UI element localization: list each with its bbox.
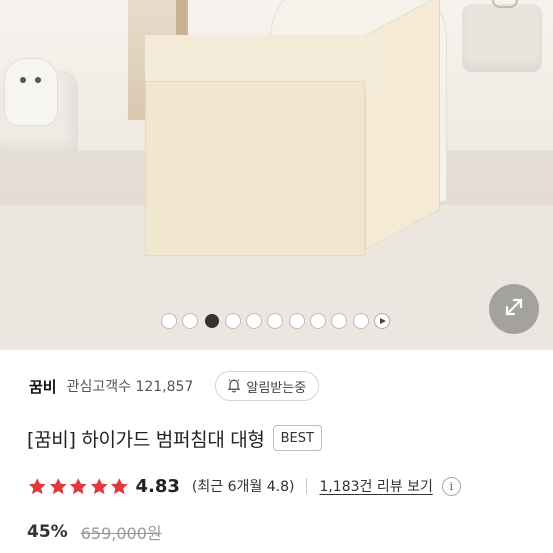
recent-rating: (최근 6개월 4.8): [191, 479, 295, 495]
carousel-dot[interactable]: [353, 314, 368, 328]
carousel-dot[interactable]: [311, 314, 326, 328]
best-badge: BEST: [272, 425, 322, 451]
carousel-indicator: [162, 313, 389, 329]
hanging-sweater: [462, 4, 542, 72]
info-icon[interactable]: i: [441, 476, 461, 496]
carousel-dot-active[interactable]: [204, 314, 219, 328]
rating-row: 4.83 (최근 6개월 4.8) 1,183건 리뷰 보기 i: [27, 473, 461, 499]
original-price: 659,000원: [80, 524, 162, 543]
star-icon: [49, 478, 67, 495]
discount-rate: 45%: [27, 522, 68, 542]
carousel-dot[interactable]: [268, 314, 283, 328]
bell-icon: [226, 378, 242, 394]
star-icon: [110, 478, 128, 495]
carousel-dot[interactable]: [162, 314, 176, 328]
brand-name[interactable]: 꿈비: [29, 376, 57, 397]
carousel-dot[interactable]: [247, 314, 262, 328]
carousel-dot[interactable]: [332, 314, 347, 328]
notify-label: 알림받는중: [246, 380, 307, 396]
bumper-bed: [145, 0, 440, 256]
product-image[interactable]: [0, 0, 553, 350]
price-row: 45% 659,000원: [27, 519, 162, 545]
seller-row: 꿈비 관심고객수 121,857 알림받는중: [29, 371, 320, 401]
hanger-hook: [492, 0, 518, 8]
product-title-row: [꿈비] 하이가드 범퍼침대 대형 BEST: [27, 424, 322, 452]
expand-image-button[interactable]: [489, 284, 539, 334]
star-icon: [69, 478, 87, 495]
expand-arrows-icon: [501, 294, 527, 324]
star-icon: [28, 478, 46, 495]
rating-score: 4.83: [135, 475, 180, 497]
divider: [306, 478, 308, 494]
star-icon: [90, 478, 108, 495]
star-rating: [27, 477, 130, 495]
product-title: [꿈비] 하이가드 범퍼침대 대형: [27, 428, 265, 451]
play-icon[interactable]: [374, 314, 389, 328]
notify-button[interactable]: 알림받는중: [215, 371, 320, 401]
carousel-dot[interactable]: [225, 314, 240, 328]
reviews-link[interactable]: 1,183건 리뷰 보기: [319, 476, 432, 496]
fans-count: 관심고객수 121,857: [66, 379, 194, 395]
carousel-dot[interactable]: [183, 314, 198, 328]
carousel-dot[interactable]: [289, 314, 304, 328]
plush-toy: [4, 58, 58, 126]
